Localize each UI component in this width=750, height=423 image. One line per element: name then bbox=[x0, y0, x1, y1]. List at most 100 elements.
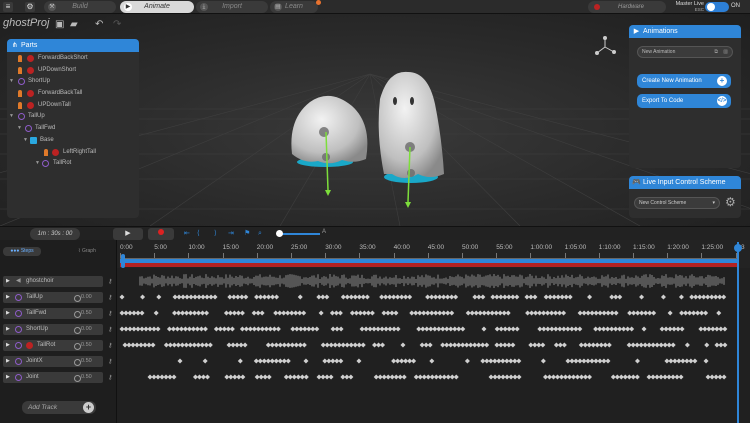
zoom-icon[interactable]: ⌕ bbox=[258, 229, 262, 239]
part-item-tallup[interactable]: ▼ TallUp bbox=[7, 111, 139, 123]
track-row[interactable]: ▶ TallRot 0.50 bbox=[3, 340, 103, 351]
range-start-handle[interactable] bbox=[121, 254, 125, 268]
short-ghost[interactable] bbox=[291, 95, 368, 196]
ruler-tick-label: 50:00 bbox=[462, 244, 479, 251]
ghost-models[interactable] bbox=[280, 14, 480, 226]
tab-graph[interactable]: ⌇ Graph bbox=[72, 247, 102, 256]
play-icon[interactable]: ▶ bbox=[6, 372, 10, 383]
step-back-icon[interactable]: ⟨ bbox=[197, 229, 200, 239]
step-forward-icon[interactable]: ⟩ bbox=[214, 229, 217, 239]
play-circle-icon: ▶ bbox=[633, 28, 640, 35]
part-item-tallfwd[interactable]: ▼ TallFwd bbox=[7, 123, 139, 135]
control-scheme-select[interactable]: New Control Scheme ▾ bbox=[634, 197, 720, 209]
motor-icon bbox=[18, 78, 25, 86]
top-bar: ≡ ⚙ ⚒ Build ▶ Animate ⤓ Import ▤ Learn H… bbox=[0, 0, 750, 14]
motor-icon bbox=[15, 342, 22, 349]
track-row[interactable]: ▶ TallFwd 0.50 bbox=[3, 308, 103, 319]
key-icon[interactable]: ⚷ bbox=[108, 326, 112, 333]
axis-gizmo-icon[interactable] bbox=[594, 36, 616, 58]
servo-icon bbox=[27, 66, 34, 74]
chevron-down-icon[interactable]: ▼ bbox=[35, 158, 40, 170]
audio-icon: ◀ bbox=[16, 278, 21, 284]
menu-icon[interactable]: ≡ bbox=[3, 2, 13, 12]
gear-icon[interactable]: ⚙ bbox=[725, 195, 736, 209]
undo-icon[interactable]: ↶ bbox=[95, 19, 103, 30]
chevron-down-icon: ▾ bbox=[712, 200, 715, 206]
play-icon[interactable]: ▶ bbox=[6, 356, 10, 367]
key-icon[interactable]: ⚷ bbox=[108, 374, 112, 381]
track-row[interactable]: ▶ TallUp 0.00 bbox=[3, 292, 103, 303]
ruler-tick-label: 5:00 bbox=[154, 244, 167, 251]
play-button[interactable]: ▶ bbox=[113, 228, 143, 240]
key-icon[interactable]: ⚷ bbox=[108, 278, 112, 285]
animation-select[interactable]: New Animation ⧉ ▥ bbox=[637, 46, 733, 58]
project-title[interactable]: ghostProj bbox=[3, 17, 49, 29]
copy-icon[interactable]: ⧉ bbox=[714, 47, 718, 57]
code-icon: </> bbox=[717, 96, 727, 106]
redo-icon[interactable]: ↷ bbox=[113, 19, 121, 30]
tab-animate[interactable]: ▶ Animate bbox=[120, 1, 194, 13]
save-icon[interactable]: ▣ bbox=[55, 19, 64, 30]
tab-learn[interactable]: ▤ Learn bbox=[270, 1, 318, 13]
playhead[interactable] bbox=[737, 242, 739, 423]
track-row[interactable]: ▶ JointX 0.50 bbox=[3, 356, 103, 367]
ruler-tick-label: 1:15:00 bbox=[633, 244, 655, 251]
timecode-display[interactable]: 1m : 30s : 00 bbox=[30, 228, 80, 240]
chevron-down-icon[interactable]: ▼ bbox=[9, 76, 14, 88]
key-icon[interactable]: ⚷ bbox=[108, 294, 112, 301]
part-item-forwardbacktall[interactable]: ForwardBackTall bbox=[7, 88, 139, 100]
part-item-shortup[interactable]: ▼ ShortUp bbox=[7, 76, 139, 88]
status-dot-icon bbox=[594, 4, 600, 10]
record-range-bar[interactable] bbox=[120, 263, 738, 267]
record-button[interactable] bbox=[148, 228, 174, 240]
animations-panel-header[interactable]: ▶ Animations bbox=[629, 25, 741, 38]
master-live-toggle[interactable] bbox=[705, 2, 729, 12]
ruler-tick-label: 40:00 bbox=[393, 244, 410, 251]
part-item-base[interactable]: ▼ Base bbox=[7, 135, 139, 147]
tall-ghost[interactable] bbox=[378, 71, 444, 208]
playhead-handle[interactable] bbox=[734, 244, 742, 252]
tab-import[interactable]: ⤓ Import bbox=[196, 1, 268, 13]
delete-icon[interactable]: ▥ bbox=[723, 47, 728, 57]
zoom-slider-track[interactable] bbox=[278, 233, 320, 235]
create-animation-button[interactable]: Create New Animation + bbox=[637, 74, 731, 88]
chevron-down-icon[interactable]: ▼ bbox=[23, 135, 28, 147]
live-input-header[interactable]: 🎮 Live Input Control Scheme bbox=[629, 176, 741, 189]
hardware-button[interactable]: Hardware bbox=[588, 1, 666, 13]
settings-icon[interactable]: ⚙ bbox=[25, 2, 35, 12]
servo-icon bbox=[27, 90, 34, 98]
motor-icon bbox=[42, 160, 49, 168]
part-item-updownshort[interactable]: UPDownShort bbox=[7, 65, 139, 77]
tab-steps[interactable]: ●●● Steps bbox=[3, 247, 41, 256]
play-icon[interactable]: ▶ bbox=[6, 340, 10, 351]
ruler-tick-label: 1:05:00 bbox=[564, 244, 587, 251]
chevron-down-icon[interactable]: ▼ bbox=[9, 111, 14, 123]
add-track-button[interactable]: Add Track + bbox=[22, 401, 96, 414]
chevron-down-icon[interactable]: ▼ bbox=[17, 123, 22, 135]
skip-start-icon[interactable]: ⇤ bbox=[184, 229, 190, 239]
zoom-slider-handle[interactable] bbox=[276, 230, 283, 237]
export-code-button[interactable]: Export To Code </> bbox=[637, 94, 731, 108]
folder-icon[interactable]: ▰ bbox=[70, 19, 78, 30]
key-icon[interactable]: ⚷ bbox=[108, 358, 112, 365]
track-row[interactable]: ▶ Joint 0.50 bbox=[3, 372, 103, 383]
play-icon[interactable]: ▶ bbox=[6, 292, 10, 303]
track-row[interactable]: ▶ ShortUp 0.00 bbox=[3, 324, 103, 335]
marker-icon[interactable]: ⚑ bbox=[244, 229, 250, 239]
part-item-leftrighttall[interactable]: LeftRightTall bbox=[7, 147, 139, 159]
key-icon[interactable]: ⚷ bbox=[108, 342, 112, 349]
part-item-forwardbackshort[interactable]: ForwardBackShort bbox=[7, 53, 139, 65]
ruler-tick-label: 35:00 bbox=[359, 244, 376, 251]
skip-end-icon[interactable]: ⇥ bbox=[228, 229, 234, 239]
track-row[interactable]: ▶ ◀ ghostchoir bbox=[3, 276, 103, 287]
ruler-tick-label: 45:00 bbox=[427, 244, 445, 251]
parts-panel-header[interactable]: ⋔ Parts bbox=[7, 39, 139, 52]
play-icon[interactable]: ▶ bbox=[6, 276, 10, 287]
play-icon[interactable]: ▶ bbox=[6, 308, 10, 319]
tab-build[interactable]: ⚒ Build bbox=[44, 1, 116, 13]
play-icon[interactable]: ▶ bbox=[6, 324, 10, 335]
part-item-tallrot[interactable]: ▼ TallRot bbox=[7, 158, 139, 170]
tree-icon: ⋔ bbox=[11, 42, 18, 49]
key-icon[interactable]: ⚷ bbox=[108, 310, 112, 317]
part-item-updowntall[interactable]: UPDownTall bbox=[7, 100, 139, 112]
